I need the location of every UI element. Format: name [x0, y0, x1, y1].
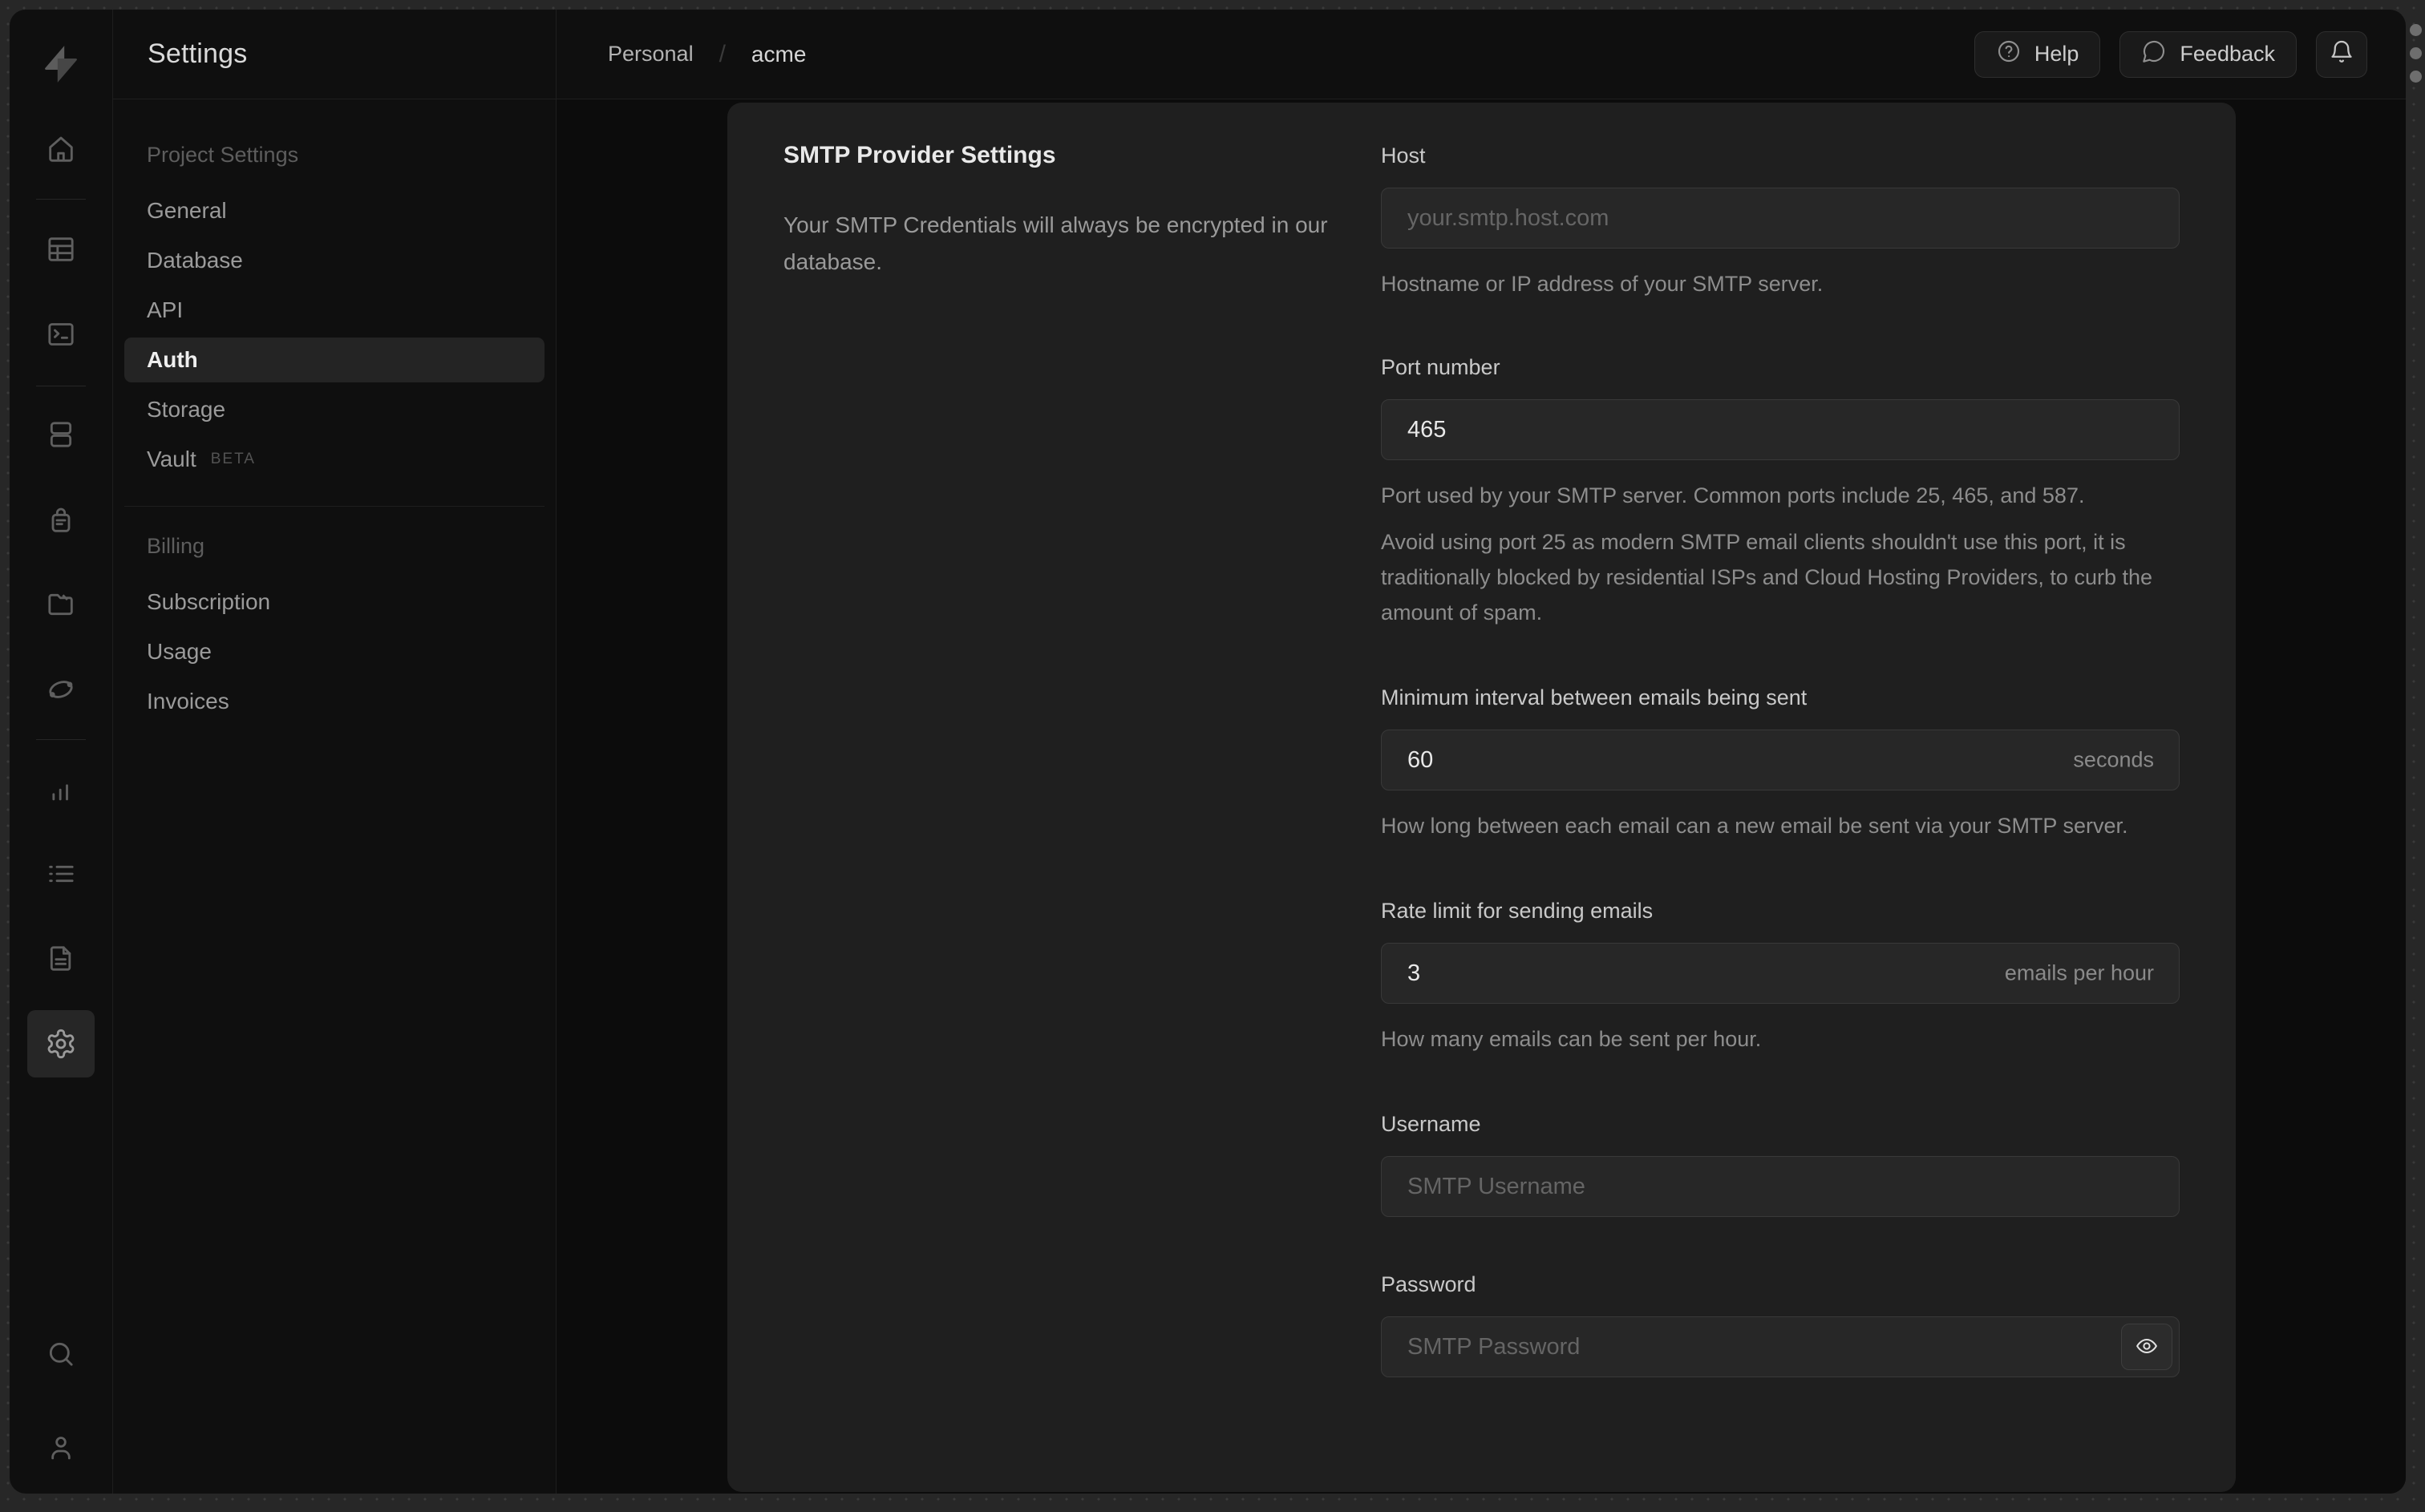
- section-title: SMTP Provider Settings: [783, 142, 1056, 168]
- interval-field-group: Minimum interval between emails being se…: [1381, 681, 2180, 843]
- reports-chart-icon[interactable]: [38, 768, 83, 813]
- smtp-form: Host Hostname or IP address of your SMTP…: [1381, 139, 2180, 1455]
- username-field-group: Username: [1381, 1108, 2180, 1217]
- content-area: SMTP Provider Settings Your SMTP Credent…: [557, 99, 2406, 1494]
- sidebar-item-database[interactable]: Database: [124, 238, 545, 283]
- interval-input[interactable]: [1381, 730, 2180, 790]
- auth-lock-icon[interactable]: [38, 497, 83, 542]
- host-label: Host: [1381, 144, 1426, 168]
- docs-file-icon[interactable]: [38, 936, 83, 981]
- rail-divider: [36, 739, 86, 740]
- menu-divider: [124, 506, 545, 507]
- rate-label: Rate limit for sending emails: [1381, 899, 1654, 923]
- port-helper: Port used by your SMTP server. Common po…: [1381, 483, 2085, 507]
- menu-group-project-settings: Project Settings: [147, 143, 299, 167]
- edge-functions-icon[interactable]: [38, 667, 83, 712]
- supabase-logo-icon[interactable]: [38, 42, 83, 87]
- feedback-button[interactable]: Feedback: [2119, 30, 2297, 78]
- interval-label: Minimum interval between emails being se…: [1381, 685, 1808, 710]
- eye-icon: [2135, 1334, 2159, 1360]
- username-label: Username: [1381, 1112, 1481, 1136]
- notifications-bell-button[interactable]: [2316, 30, 2367, 78]
- beta-badge: BETA: [210, 451, 256, 467]
- interval-helper: How long between each email can a new em…: [1381, 814, 2128, 838]
- host-input[interactable]: [1381, 188, 2180, 249]
- password-field-group: Password: [1381, 1268, 2180, 1377]
- speech-bubble-icon: [2141, 38, 2167, 70]
- sidebar-item-usage[interactable]: Usage: [124, 629, 545, 674]
- sidebar-item-api[interactable]: API: [124, 288, 545, 333]
- settings-panel-header: Settings: [113, 10, 557, 99]
- sql-editor-icon[interactable]: [38, 312, 83, 357]
- database-icon[interactable]: [38, 412, 83, 457]
- scrollbar-dots[interactable]: [2407, 24, 2423, 83]
- user-profile-icon[interactable]: [38, 1425, 83, 1470]
- sidebar-item-general[interactable]: General: [124, 188, 545, 233]
- bell-icon: [2328, 38, 2355, 71]
- home-icon[interactable]: [38, 127, 83, 172]
- help-button[interactable]: Help: [1974, 30, 2101, 78]
- smtp-section-info: SMTP Provider Settings Your SMTP Credent…: [783, 139, 1337, 1455]
- logs-list-icon[interactable]: [38, 851, 83, 896]
- sidebar-item-subscription[interactable]: Subscription: [124, 580, 545, 625]
- page-title: Settings: [148, 38, 248, 69]
- sidebar-item-vault[interactable]: Vault BETA: [124, 437, 545, 482]
- smtp-settings-card: SMTP Provider Settings Your SMTP Credent…: [727, 103, 2236, 1492]
- username-input[interactable]: [1381, 1156, 2180, 1217]
- help-circle-icon: [1996, 38, 2022, 70]
- storage-icon[interactable]: [38, 582, 83, 627]
- table-editor-icon[interactable]: [38, 227, 83, 272]
- rate-helper: How many emails can be sent per hour.: [1381, 1027, 1762, 1051]
- section-description: Your SMTP Credentials will always be enc…: [783, 212, 1328, 274]
- rate-field-group: Rate limit for sending emails emails per…: [1381, 895, 2180, 1057]
- toggle-password-visibility-button[interactable]: [2121, 1324, 2172, 1370]
- host-helper: Hostname or IP address of your SMTP serv…: [1381, 272, 1824, 296]
- breadcrumb: Personal / acme: [608, 41, 806, 68]
- topbar: Personal / acme Help Feedback: [557, 10, 2406, 99]
- icon-rail: [10, 10, 113, 1494]
- app-window: Settings Project Settings General Databa…: [10, 10, 2406, 1494]
- settings-menu: Project Settings General Database API Au…: [113, 99, 557, 1494]
- port-label: Port number: [1381, 355, 1500, 379]
- sidebar-item-storage[interactable]: Storage: [124, 387, 545, 432]
- breadcrumb-project[interactable]: acme: [751, 42, 806, 67]
- topbar-actions: Help Feedback: [1974, 30, 2367, 78]
- rate-input[interactable]: [1381, 943, 2180, 1004]
- port-input[interactable]: [1381, 399, 2180, 460]
- settings-gear-icon[interactable]: [27, 1010, 95, 1077]
- breadcrumb-org[interactable]: Personal: [608, 42, 694, 67]
- password-label: Password: [1381, 1272, 1476, 1296]
- rail-divider: [36, 199, 86, 200]
- sidebar-item-invoices[interactable]: Invoices: [124, 679, 545, 724]
- password-input[interactable]: [1381, 1316, 2180, 1377]
- breadcrumb-separator: /: [719, 40, 726, 67]
- sidebar-item-auth[interactable]: Auth: [124, 338, 545, 382]
- port-note: Avoid using port 25 as modern SMTP email…: [1381, 530, 2153, 625]
- menu-group-billing: Billing: [147, 534, 205, 558]
- port-field-group: Port number Port used by your SMTP serve…: [1381, 351, 2180, 630]
- search-icon[interactable]: [38, 1332, 83, 1377]
- desktop: { "rail": { "logo_icon": "supabase-zap-l…: [0, 0, 2425, 1512]
- host-field-group: Host Hostname or IP address of your SMTP…: [1381, 139, 2180, 301]
